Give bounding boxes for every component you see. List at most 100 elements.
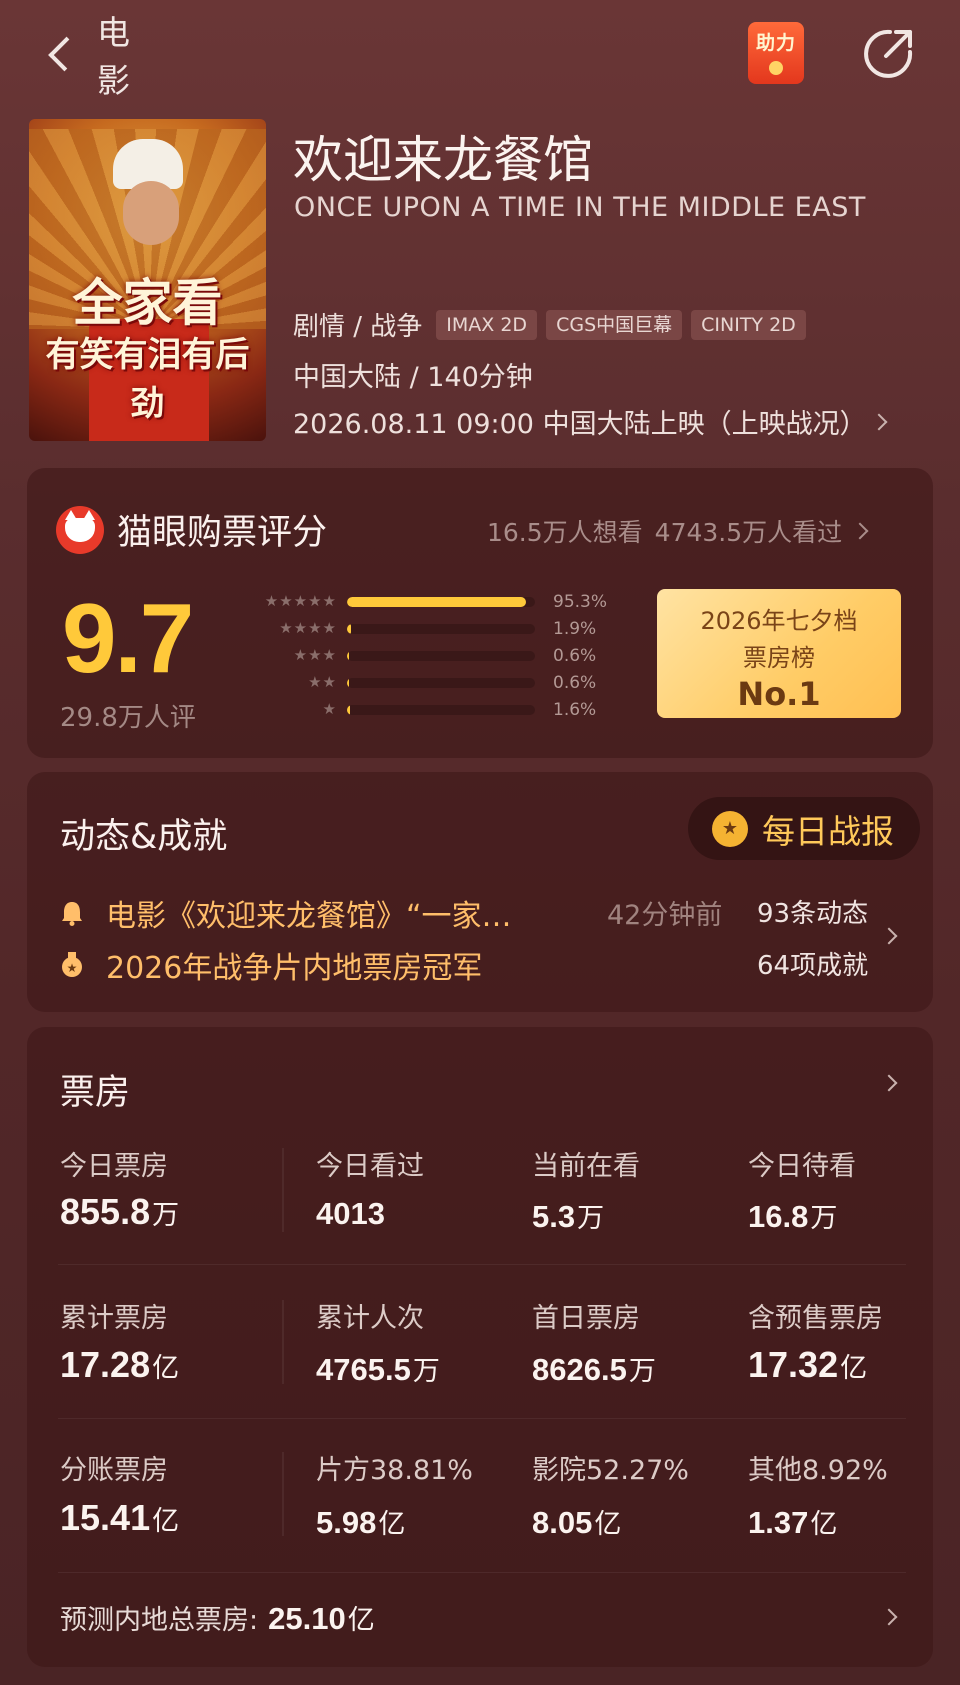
- stat-value: 855.8万: [60, 1191, 179, 1233]
- watched-count: 4743.5万人看过: [654, 518, 843, 547]
- maoyan-cat-icon: [56, 506, 104, 554]
- rating-bar-fill: [347, 705, 350, 715]
- red-envelope-icon: [769, 61, 783, 75]
- stat-unit: 万: [810, 1203, 838, 1234]
- stat-label: 当前在看: [532, 1151, 640, 1182]
- medal-icon: ★: [62, 952, 82, 977]
- stat-number: 1.37: [748, 1505, 809, 1540]
- daily-report-button[interactable]: ★ 每日战报: [688, 797, 920, 860]
- news-count: 93条动态: [757, 899, 869, 929]
- daily-report-label: 每日战报: [762, 811, 894, 851]
- stat-label: 今日看过: [316, 1151, 424, 1182]
- forecast-label: 预测内地总票房:: [60, 1605, 259, 1636]
- news-item[interactable]: 电影《欢迎来龙餐馆》“一家…: [60, 891, 512, 935]
- achievement-text: 2026年战争片内地票房冠军: [106, 951, 483, 986]
- column-divider: [282, 1148, 284, 1232]
- rating-percent: 1.9%: [553, 619, 597, 639]
- chevron-left-icon: [48, 36, 83, 72]
- bell-icon: [62, 902, 82, 926]
- box-office-rank-badge[interactable]: 2026年七夕档 票房榜 No.1: [657, 589, 901, 718]
- box-office-title: 票房: [60, 1073, 131, 1113]
- column-divider: [282, 1452, 284, 1536]
- stat-value: 8.05亿: [532, 1502, 621, 1541]
- share-icon: [864, 29, 913, 78]
- stat-number: 16.8: [748, 1199, 809, 1234]
- stat-unit: 亿: [594, 1509, 622, 1540]
- stat-label: 累计票房: [60, 1303, 168, 1334]
- forecast-value: 25.10: [268, 1601, 346, 1636]
- stat-number: 8.05: [532, 1505, 593, 1540]
- stat-label: 含预售票房: [748, 1303, 883, 1334]
- achievement-item[interactable]: ★ 2026年战争片内地票房冠军: [60, 943, 482, 987]
- rating-score: 9.7: [62, 583, 194, 693]
- poster-face: [123, 181, 179, 245]
- stat-label: 今日票房: [60, 1151, 168, 1182]
- rank-category: 票房榜: [743, 644, 815, 672]
- release-info: 2026.08.11 09:00 中国大陆上映（上映战况）: [293, 409, 867, 440]
- row-divider: [58, 1264, 906, 1265]
- back-button[interactable]: 电影: [44, 13, 154, 100]
- stat-value: 5.3万: [532, 1196, 604, 1235]
- stat-number: 17.28: [60, 1344, 151, 1385]
- row-divider: [58, 1572, 906, 1573]
- svg-text:★: ★: [67, 961, 78, 975]
- movie-poster[interactable]: 全家看 有笑有泪有后劲: [29, 119, 266, 441]
- rating-percent: 0.6%: [553, 673, 597, 693]
- back-label: 电影: [97, 13, 130, 100]
- stat-label: 影院52.27%: [532, 1455, 689, 1486]
- genre: 剧情 / 战争: [293, 312, 423, 342]
- forecast-row[interactable]: 预测内地总票房: 25.10 亿: [60, 1598, 375, 1637]
- stat-unit: 万: [628, 1356, 656, 1387]
- news-text: 电影《欢迎来龙餐馆》“一家…: [106, 899, 512, 934]
- poster-tagline: 有笑有泪有后劲: [45, 335, 250, 424]
- stat-value: 17.32亿: [748, 1344, 867, 1386]
- movie-title: 欢迎来龙餐馆: [293, 131, 593, 189]
- stat-unit: 亿: [810, 1509, 838, 1540]
- star-label: ★★★★: [279, 619, 337, 637]
- column-divider: [282, 1300, 284, 1384]
- stat-unit: 万: [577, 1203, 605, 1234]
- star-label: ★: [322, 700, 337, 718]
- rating-bar: [347, 705, 535, 715]
- rating-count: 29.8万人评: [60, 703, 196, 733]
- share-button[interactable]: [860, 26, 916, 82]
- help-boost-label: 助力: [755, 32, 796, 54]
- stat-unit: 亿: [840, 1353, 868, 1384]
- stat-label: 其他8.92%: [748, 1455, 888, 1486]
- region-duration: 中国大陆 / 140分钟: [293, 362, 533, 393]
- stat-unit: 亿: [378, 1509, 406, 1540]
- format-tag: CINITY 2D: [691, 309, 806, 340]
- stat-value: 1.37亿: [748, 1502, 837, 1541]
- stat-value: 15.41亿: [60, 1497, 179, 1539]
- help-boost-button[interactable]: 助力: [748, 22, 804, 84]
- medal-icon: ★: [712, 810, 748, 847]
- chevron-right-icon: [851, 522, 869, 540]
- stat-unit: 万: [152, 1200, 180, 1231]
- star-label: ★★★: [293, 646, 337, 664]
- rating-bar: [347, 624, 535, 634]
- audience-stats-link[interactable]: 16.5万人想看 4743.5万人看过: [487, 513, 869, 549]
- stat-label: 片方38.81%: [316, 1455, 473, 1486]
- stat-number: 17.32: [748, 1344, 839, 1385]
- stat-value: 5.98亿: [316, 1502, 405, 1541]
- rating-title: 猫眼购票评分: [117, 513, 328, 553]
- rating-percent: 0.6%: [553, 646, 597, 666]
- poster-headline: 全家看: [72, 273, 223, 332]
- stat-label: 首日票房: [532, 1303, 640, 1334]
- stat-number: 855.8: [60, 1191, 151, 1232]
- stat-number: 8626.5: [532, 1352, 627, 1387]
- stat-value: 17.28亿: [60, 1344, 179, 1386]
- stat-number: 4765.5: [316, 1352, 411, 1387]
- stat-label: 累计人次: [316, 1303, 424, 1334]
- release-info-link[interactable]: 2026.08.11 09:00 中国大陆上映（上映战况）: [293, 402, 888, 441]
- stat-unit: 万: [412, 1356, 440, 1387]
- star-label: ★★★★★: [264, 592, 337, 610]
- rating-bar: [347, 651, 535, 661]
- stat-value: 16.8万: [748, 1196, 837, 1235]
- news-time: 42分钟前: [607, 900, 723, 931]
- stat-value: 8626.5万: [532, 1349, 656, 1388]
- row-divider: [58, 1418, 906, 1419]
- format-tag: IMAX 2D: [436, 309, 538, 340]
- stat-unit: 亿: [152, 1506, 180, 1537]
- rating-bar: [347, 678, 535, 688]
